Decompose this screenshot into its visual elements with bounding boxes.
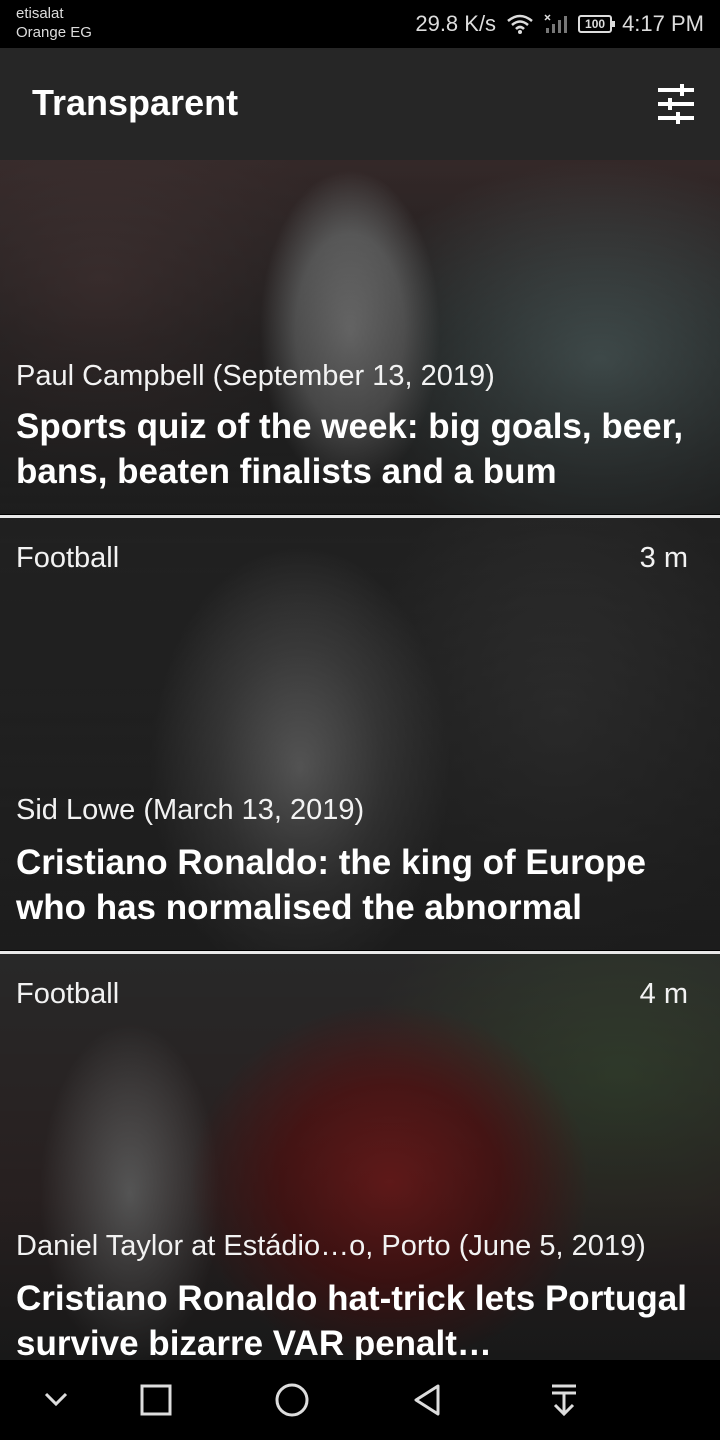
clock: 4:17 PM xyxy=(622,11,704,36)
article-age: 3 m xyxy=(639,542,688,574)
carrier-info: etisalat Orange EG xyxy=(16,4,92,42)
battery-level: 100 xyxy=(585,17,606,31)
filter-settings-button[interactable] xyxy=(654,82,698,126)
article-feed[interactable]: Paul Campbell (September 13, 2019) Sport… xyxy=(0,160,720,1360)
triangle-back-icon xyxy=(414,1384,440,1416)
recents-button[interactable] xyxy=(132,1376,180,1424)
article-age: 4 m xyxy=(639,978,688,1010)
circle-home-icon xyxy=(275,1383,309,1417)
article-category: Football xyxy=(16,978,120,1010)
network-speed: 29.8 K/s xyxy=(415,11,497,36)
carrier-network: Orange EG xyxy=(16,24,92,41)
signal-icon xyxy=(544,13,568,35)
article-headline: Cristiano Ronaldo: the king of Europe wh… xyxy=(16,843,646,927)
wifi-icon xyxy=(506,13,534,35)
article-card[interactable]: Football 4 m Daniel Taylor at Estádio…o,… xyxy=(0,954,720,1360)
battery-icon: 100 xyxy=(578,15,616,33)
status-bar: etisalat Orange EG 29.8 K/s 100 4:17 PM xyxy=(0,0,720,48)
pull-down-icon xyxy=(552,1384,576,1417)
app-title: Transparent xyxy=(32,82,239,123)
article-card[interactable]: Paul Campbell (September 13, 2019) Sport… xyxy=(0,160,720,514)
square-recents-icon xyxy=(140,1384,172,1416)
article-byline: Sid Lowe (March 13, 2019) xyxy=(16,794,365,826)
app-bar: Transparent xyxy=(0,48,720,160)
article-headline: Sports quiz of the week: big goals, beer… xyxy=(16,407,684,491)
carrier-name: etisalat xyxy=(16,5,64,22)
status-indicators: 29.8 K/s 100 4:17 PM xyxy=(415,0,704,48)
article-card[interactable]: Football 3 m Sid Lowe (March 13, 2019) C… xyxy=(0,518,720,950)
home-button[interactable] xyxy=(268,1376,316,1424)
hide-nav-button[interactable] xyxy=(32,1376,80,1424)
article-byline: Daniel Taylor at Estádio…o, Porto (June … xyxy=(16,1230,646,1262)
article-category: Football xyxy=(16,542,120,574)
notifications-pull-button[interactable] xyxy=(540,1376,588,1424)
article-headline: Cristiano Ronaldo hat-trick lets Portuga… xyxy=(16,1279,687,1360)
tune-icon xyxy=(658,84,694,124)
back-button[interactable] xyxy=(404,1376,452,1424)
chevron-down-icon xyxy=(44,1392,68,1407)
article-byline: Paul Campbell (September 13, 2019) xyxy=(16,360,495,392)
system-nav-bar xyxy=(0,1360,720,1440)
